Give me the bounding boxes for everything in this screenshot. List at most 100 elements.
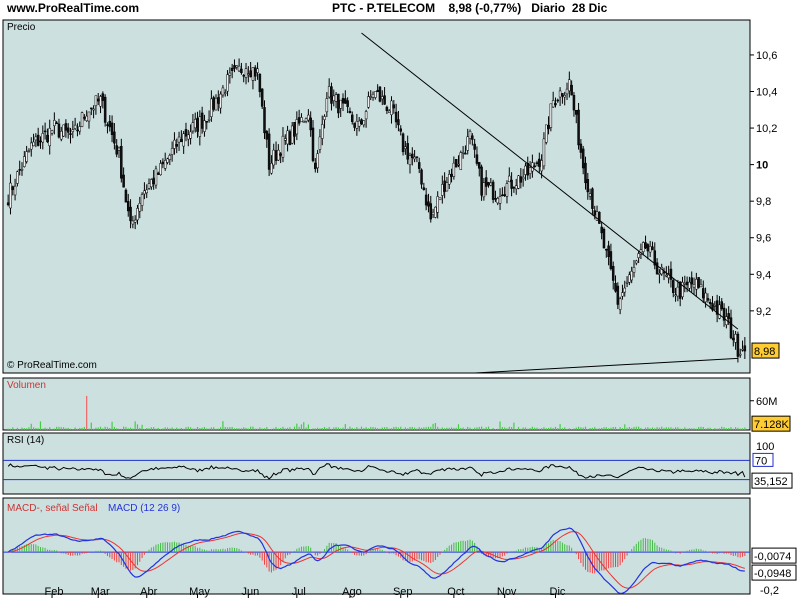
- volume-bar: [414, 427, 416, 430]
- volume-bar: [14, 428, 16, 430]
- volume-bar: [67, 427, 69, 430]
- macd-histogram-bar: [395, 552, 397, 556]
- candle-body: [161, 161, 165, 165]
- macd-histogram-bar: [227, 548, 229, 553]
- candle-body: [466, 136, 469, 151]
- volume-bar: [317, 427, 319, 430]
- candle-body: [447, 174, 451, 185]
- candle-body: [704, 292, 707, 303]
- candle-body: [702, 288, 705, 299]
- volume-bar: [658, 427, 660, 430]
- macd-histogram-bar: [381, 549, 383, 553]
- volume-bar: [741, 428, 744, 430]
- volume-bar: [437, 426, 439, 430]
- candle-body: [489, 182, 493, 186]
- candle-body: [23, 156, 26, 167]
- macd-histogram-bar: [21, 546, 23, 553]
- macd-histogram-bar: [391, 552, 393, 554]
- volume-bar: [582, 427, 584, 430]
- volume-bar: [541, 428, 543, 430]
- macd-histogram-bar: [675, 552, 677, 554]
- candle-body: [339, 99, 342, 109]
- macd-histogram-bar: [310, 547, 312, 553]
- volume-bar: [723, 427, 725, 430]
- candle-body: [457, 163, 460, 166]
- macd-histogram-bar: [197, 547, 199, 553]
- volume-bar: [76, 428, 79, 430]
- candle-body: [588, 193, 592, 197]
- volume-bar: [372, 426, 374, 430]
- macd-histogram-bar: [314, 552, 316, 556]
- macd-histogram-bar: [127, 552, 129, 570]
- candle-body: [39, 140, 42, 143]
- candle-body: [154, 168, 158, 186]
- volume-bar: [688, 428, 691, 430]
- volume-bar: [26, 428, 28, 430]
- volume-bar: [628, 427, 630, 430]
- volume-bar: [691, 428, 693, 430]
- candle-body: [96, 98, 100, 102]
- candle-body: [738, 353, 742, 356]
- macd-histogram-bar: [421, 552, 423, 561]
- volume-bar: [420, 427, 423, 430]
- volume-bar: [432, 423, 434, 430]
- candle-body: [577, 109, 580, 146]
- stock-chart[interactable]: Precio © ProRealTime.com Volumen RSI (14…: [0, 0, 800, 600]
- macd-histogram-bar: [649, 539, 651, 553]
- volume-bar: [536, 427, 538, 430]
- candle-body: [699, 284, 703, 288]
- macd-histogram-bar: [462, 540, 464, 553]
- macd-histogram-bar: [615, 552, 617, 568]
- volume-bar: [56, 426, 58, 430]
- macd-histogram-bar: [370, 550, 372, 553]
- volume-bar: [739, 428, 741, 430]
- volume-bar: [118, 428, 120, 430]
- macd-histogram-bar: [63, 552, 65, 554]
- candle-body: [621, 292, 624, 297]
- volume-bar: [162, 428, 164, 430]
- volume-bar: [547, 427, 550, 430]
- macd-histogram-bar: [552, 539, 554, 553]
- candle-body: [256, 68, 259, 73]
- volume-bar: [388, 428, 390, 430]
- candle-body: [355, 121, 359, 129]
- volume-bar: [402, 428, 404, 430]
- volume-bar: [718, 428, 721, 430]
- candle-body: [362, 120, 366, 126]
- macd-histogram-bar: [601, 552, 603, 571]
- macd-histogram-bar: [654, 542, 656, 553]
- candle-body: [369, 96, 372, 98]
- volume-bar: [700, 426, 702, 430]
- candle-body: [309, 117, 312, 131]
- candle-body: [586, 179, 590, 193]
- candle-body: [708, 302, 712, 304]
- macd-histogram-bar: [723, 552, 725, 554]
- volume-bar: [23, 428, 25, 430]
- candle-body: [265, 131, 269, 140]
- macd-histogram-bar: [169, 542, 171, 553]
- candle-body: [482, 182, 486, 198]
- volume-bar: [450, 427, 453, 430]
- candle-body: [374, 91, 377, 98]
- macd-value-badge: -0,0074: [754, 551, 791, 563]
- macd-signal-label: MACD-, señal Señal: [7, 503, 98, 514]
- candle-body: [360, 119, 363, 125]
- volume-bar: [157, 427, 159, 430]
- volume-bar: [453, 427, 455, 430]
- volume-bar: [155, 428, 157, 430]
- macd-histogram-bar: [65, 552, 67, 555]
- candle-body: [563, 95, 566, 98]
- macd-histogram-bar: [210, 549, 212, 553]
- candle-body: [284, 138, 287, 141]
- candle-body: [212, 97, 215, 110]
- month-label: Oct: [447, 586, 464, 598]
- candle-body: [25, 151, 28, 162]
- macd-histogram-bar: [67, 552, 69, 555]
- candle-body: [9, 182, 12, 209]
- macd-histogram-bar: [737, 552, 739, 558]
- volume-bar: [19, 428, 21, 430]
- macd-histogram-bar: [610, 552, 612, 568]
- macd-histogram-bar: [444, 549, 446, 553]
- volume-bar: [284, 428, 286, 430]
- volume-bar: [351, 427, 353, 430]
